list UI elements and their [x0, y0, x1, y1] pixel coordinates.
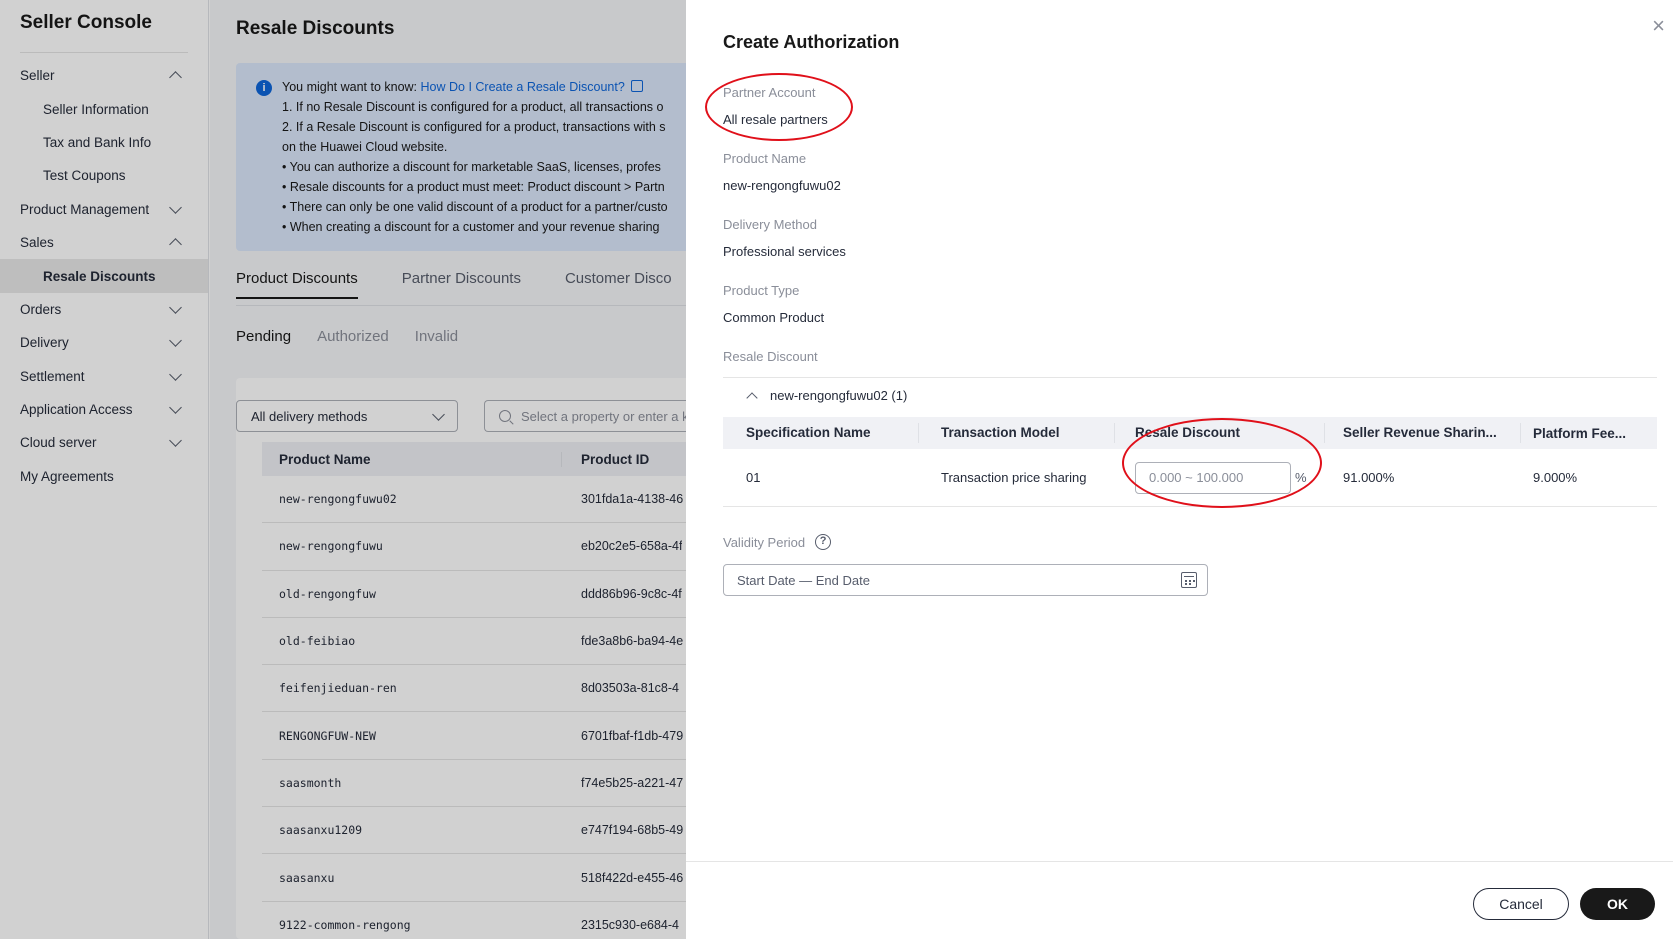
product-name-value: new-rengongfuwu02 — [723, 178, 841, 193]
discount-table: Specification Name Transaction Model Res… — [723, 417, 1657, 507]
delivery-method-value: Professional services — [723, 244, 846, 259]
product-name-label: Product Name — [723, 151, 807, 166]
resale-discount-cell: 0.000 ~ 100.000 % — [1115, 461, 1325, 494]
drawer-title: Create Authorization — [723, 32, 900, 52]
resale-discount-input[interactable]: 0.000 ~ 100.000 — [1135, 461, 1291, 494]
cancel-button[interactable]: Cancel — [1473, 888, 1569, 920]
ok-button[interactable]: OK — [1580, 888, 1655, 920]
resale-discount-label: Resale Discount — [723, 349, 818, 364]
product-group-label: new-rengongfuwu02 (1) — [770, 388, 908, 403]
product-type-value: Common Product — [723, 310, 825, 325]
spec-name-cell: 01 — [746, 470, 761, 485]
chevron-up-icon — [746, 391, 758, 404]
percent-unit: % — [1295, 469, 1307, 485]
delivery-method-label: Delivery Method — [723, 217, 817, 232]
column-header-resale-discount: Resale Discount — [1115, 423, 1325, 443]
partner-account-label: Partner Account — [723, 85, 816, 100]
partner-account-value: All resale partners — [723, 112, 828, 127]
product-type-label: Product Type — [723, 283, 800, 298]
calendar-icon[interactable] — [1181, 572, 1197, 588]
validity-period-label: Validity Period ? — [723, 534, 832, 550]
close-icon[interactable]: × — [1652, 15, 1665, 37]
date-range-picker[interactable]: Start Date — End Date — [723, 564, 1208, 596]
column-header-platform-fee: Platform Fee... — [1533, 425, 1627, 441]
column-header-seller-revenue-sharing: Seller Revenue Sharin... — [1325, 423, 1521, 443]
validity-period-text: Validity Period — [723, 534, 806, 550]
platform-fee-cell: 9.000% — [1533, 470, 1578, 485]
section-divider — [723, 377, 1657, 378]
date-range-placeholder: Start Date — End Date — [737, 572, 870, 588]
table-header: Specification Name Transaction Model Res… — [723, 417, 1657, 449]
create-authorization-drawer: × Create Authorization Partner Account A… — [686, 0, 1673, 939]
column-header-spec-name: Specification Name — [723, 423, 919, 443]
product-group-toggle[interactable]: new-rengongfuwu02 (1) — [746, 388, 908, 404]
footer-divider — [686, 861, 1673, 862]
seller-revenue-sharing-cell: 91.000% — [1343, 470, 1395, 485]
help-icon[interactable]: ? — [815, 534, 832, 550]
transaction-model-cell: Transaction price sharing — [941, 470, 1087, 485]
table-row: 01 Transaction price sharing 0.000 ~ 100… — [723, 449, 1657, 507]
column-header-transaction-model: Transaction Model — [919, 423, 1115, 443]
modal-mask[interactable] — [0, 0, 686, 939]
